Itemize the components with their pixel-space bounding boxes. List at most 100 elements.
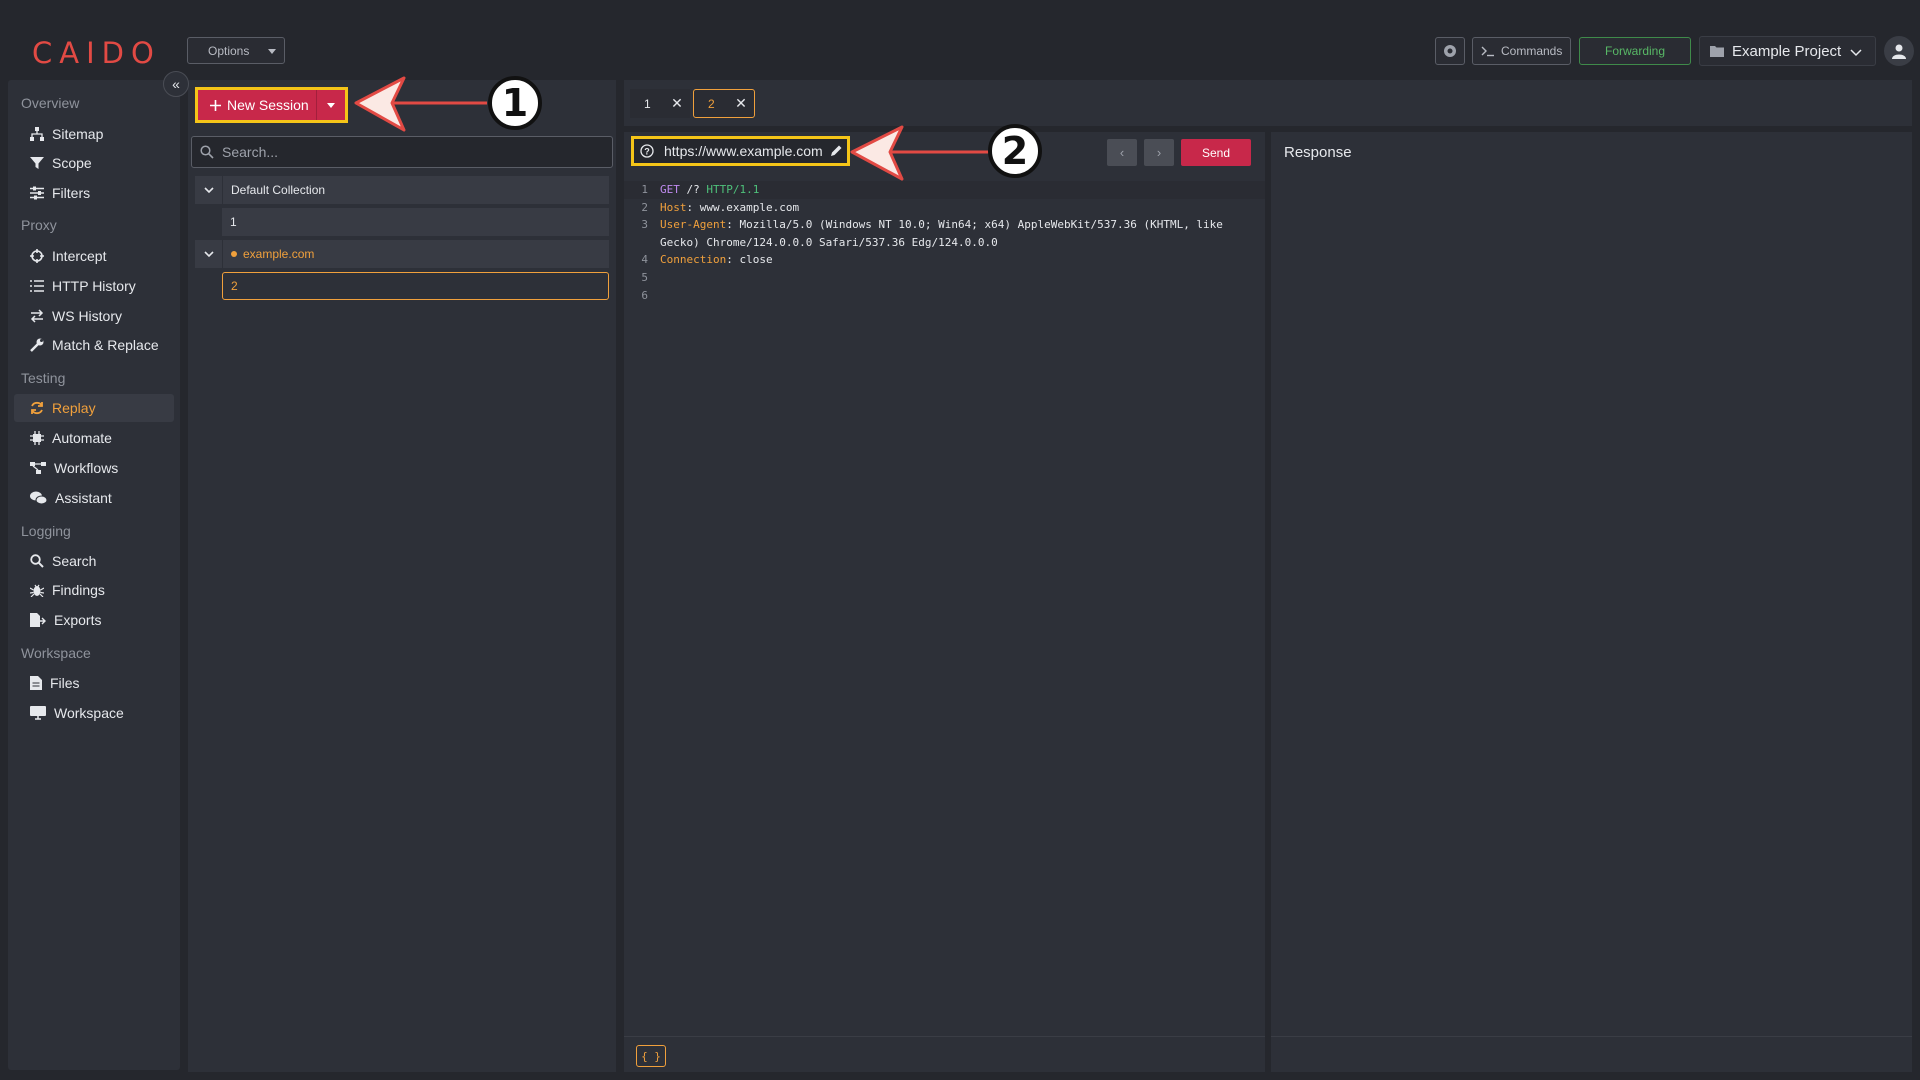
line-number: 1 [641,183,648,196]
commands-label: Commands [1501,44,1563,58]
request-editor[interactable]: 1 GET /? HTTP/1.1 2 Host: www.example.co… [624,181,1265,304]
annotation-badge-1: 1 [488,76,542,130]
format-button[interactable]: { } [636,1045,666,1067]
wrench-icon [30,338,44,352]
code-line: 4 Connection: close [624,251,1265,269]
sidebar-item-label: Filters [52,185,91,201]
sidebar-item-label: Exports [54,612,102,628]
project-label: Example Project [1732,42,1842,60]
forwarding-toggle[interactable]: Forwarding [1579,37,1691,65]
sidebar-item-assistant[interactable]: Assistant [14,484,174,512]
sidebar-item-label: Match & Replace [52,337,159,353]
session-item[interactable]: 1 [222,208,609,236]
section-title-proxy: Proxy [21,217,57,233]
header-name: Connection [660,253,727,267]
help-circle-icon: ? [640,144,654,158]
new-session-button[interactable]: New Session [195,87,348,123]
header-value: : www.example.com [686,200,800,214]
terminal-icon [1481,46,1494,57]
sidebar-item-label: Findings [52,582,105,598]
response-title: Response [1284,144,1352,161]
crosshair-icon [30,249,44,263]
sidebar-item-intercept[interactable]: Intercept [14,242,174,270]
close-icon[interactable]: ✕ [664,95,690,112]
tab-2[interactable]: 2 ✕ [693,89,755,118]
line-number: 5 [641,270,648,284]
sidebar-item-files[interactable]: Files [14,669,174,697]
sidebar-item-findings[interactable]: Findings [14,576,174,604]
next-button[interactable]: › [1144,139,1174,166]
sidebar: Overview Sitemap Scope Filters Proxy Int… [8,80,180,1070]
sidebar-item-scope[interactable]: Scope [14,149,174,177]
collapse-sidebar-button[interactable]: « [163,71,189,97]
sidebar-item-sitemap[interactable]: Sitemap [14,120,174,148]
chevron-left-icon: ‹ [1119,145,1125,160]
sidebar-item-replay[interactable]: Replay [14,394,174,422]
sidebar-item-label: HTTP History [52,278,136,294]
session-search-input[interactable]: Search... [191,136,613,168]
code-line: 6 [624,287,1265,305]
plus-icon [210,99,221,111]
collection-default[interactable]: Default Collection [195,176,609,204]
pencil-icon[interactable] [830,144,843,157]
gear-badge-icon [1444,45,1456,57]
sidebar-item-workflows[interactable]: Workflows [14,454,174,482]
commands-button[interactable]: Commands [1472,37,1571,65]
caret-down-icon[interactable] [327,103,335,108]
sidebar-item-label: Workspace [54,705,124,721]
sidebar-item-exports[interactable]: Exports [14,606,174,634]
file-icon [30,676,42,690]
sidebar-item-match-replace[interactable]: Match & Replace [14,331,174,359]
search-icon [30,554,44,568]
sidebar-item-search[interactable]: Search [14,547,174,575]
header-value: : close [726,253,773,267]
session-item-selected[interactable]: 2 [222,272,609,300]
sidebar-item-label: Scope [52,155,92,171]
sidebar-item-label: WS History [52,308,122,324]
previous-button[interactable]: ‹ [1107,139,1137,166]
sidebar-item-filters[interactable]: Filters [14,179,174,207]
annotation-arrow-2 [850,125,993,181]
url-text: https://www.example.com [664,143,823,159]
user-avatar[interactable] [1884,36,1914,66]
project-selector[interactable]: Example Project [1699,36,1876,66]
chevron-right-icon: › [1156,145,1162,160]
chevron-down-icon[interactable] [195,176,223,204]
header-name: Host [660,200,687,214]
file-export-icon [30,613,46,627]
section-title-workspace: Workspace [21,645,91,661]
annotation-badge-2: 2 [988,124,1042,178]
workflow-nodes-icon [30,462,46,474]
request-path: /? [679,183,707,196]
new-session-label: New Session [227,97,309,113]
collection-label: example.com [243,247,315,261]
sidebar-item-ws-history[interactable]: WS History [14,302,174,330]
sliders-icon [30,186,44,200]
double-chevron-left-icon: « [172,76,180,92]
caret-down-icon [268,49,276,54]
sidebar-item-label: Sitemap [52,126,104,142]
url-field[interactable]: ? https://www.example.com [631,136,850,166]
close-icon[interactable]: ✕ [728,95,754,112]
collection-example-com[interactable]: example.com [195,240,609,268]
chevron-down-icon[interactable] [195,240,223,268]
http-method: GET [660,183,680,196]
sidebar-item-http-history[interactable]: HTTP History [14,272,174,300]
sidebar-item-workspace[interactable]: Workspace [14,699,174,727]
section-title-logging: Logging [21,523,71,539]
top-bar: CAIDO Options Commands Forwarding Exampl… [0,0,1920,80]
tab-1[interactable]: 1 ✕ [630,89,690,118]
section-title-overview: Overview [21,95,80,111]
sidebar-item-label: Search [52,553,97,569]
request-footer [624,1036,1265,1072]
plugin-icon-button[interactable] [1435,37,1465,65]
options-dropdown[interactable]: Options [187,37,285,64]
sitemap-icon [30,127,44,141]
bug-icon [30,584,44,597]
sidebar-item-automate[interactable]: Automate [14,424,174,452]
header-name: User-Agent [660,218,727,232]
http-version: HTTP/1.1 [706,183,760,196]
send-button[interactable]: Send [1181,139,1251,166]
list-icon [30,280,44,292]
tab-label: 2 [708,96,715,111]
